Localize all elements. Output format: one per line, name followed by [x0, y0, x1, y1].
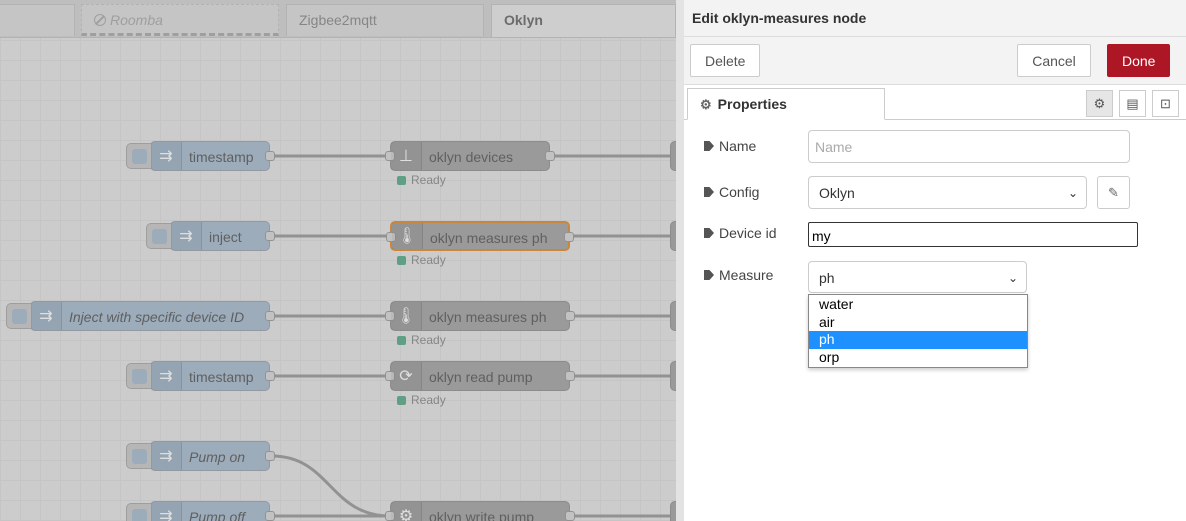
cancel-button[interactable]: Cancel [1017, 44, 1091, 77]
label-text: Name [719, 138, 757, 154]
delete-button[interactable]: Delete [690, 44, 760, 77]
tag-icon [704, 270, 714, 280]
option-orp[interactable]: orp [809, 349, 1027, 367]
tab-properties[interactable]: ⚙ Properties [687, 88, 885, 120]
option-ph[interactable]: ph [809, 331, 1027, 349]
pencil-icon: ✎ [1108, 184, 1119, 200]
measure-label: Measure [704, 267, 773, 283]
name-label: Name [704, 138, 756, 154]
tray-toolbar: Delete Cancel Done [684, 37, 1186, 85]
label-text: Measure [719, 267, 774, 283]
node-settings-icon[interactable]: ⚙ [1086, 90, 1113, 117]
tag-icon [704, 141, 714, 151]
edit-tray: Edit oklyn-measures node Delete Cancel D… [676, 0, 1186, 521]
name-input[interactable]: Name [808, 130, 1130, 163]
done-button[interactable]: Done [1107, 44, 1170, 77]
config-value: Oklyn [819, 185, 855, 201]
measure-select[interactable]: ph ⌄ [808, 261, 1027, 293]
tag-icon [704, 187, 714, 197]
label-text: Device id [719, 225, 777, 241]
config-label: Config [704, 184, 759, 200]
tag-icon [704, 228, 714, 238]
chevron-down-icon: ⌄ [1007, 271, 1018, 285]
flow-workspace[interactable]: Roomba Zigbee2mqtt Oklyn ⇉ timestamp ⇉ i… [0, 0, 676, 521]
gear-icon: ⚙ [700, 97, 712, 112]
config-select[interactable]: Oklyn ⌄ [808, 176, 1087, 209]
tray-tabs: ⚙ Properties ⚙ ▤ ⊡ [684, 85, 1186, 120]
description-icon[interactable]: ▤ [1119, 90, 1146, 117]
option-water[interactable]: water [809, 296, 1027, 314]
measure-value: ph [819, 270, 835, 286]
option-air[interactable]: air [809, 314, 1027, 332]
modal-shade [0, 0, 676, 521]
chevron-down-icon: ⌄ [1067, 186, 1078, 200]
device-id-input[interactable]: my [808, 222, 1138, 247]
appearance-icon[interactable]: ⊡ [1152, 90, 1179, 117]
device-id-label: Device id [704, 225, 777, 241]
measure-options-list: water air ph orp [808, 294, 1028, 368]
edit-config-button[interactable]: ✎ [1097, 176, 1130, 209]
tray-title: Edit oklyn-measures node [684, 0, 1186, 37]
tab-label: Properties [717, 96, 787, 112]
label-text: Config [719, 184, 760, 200]
